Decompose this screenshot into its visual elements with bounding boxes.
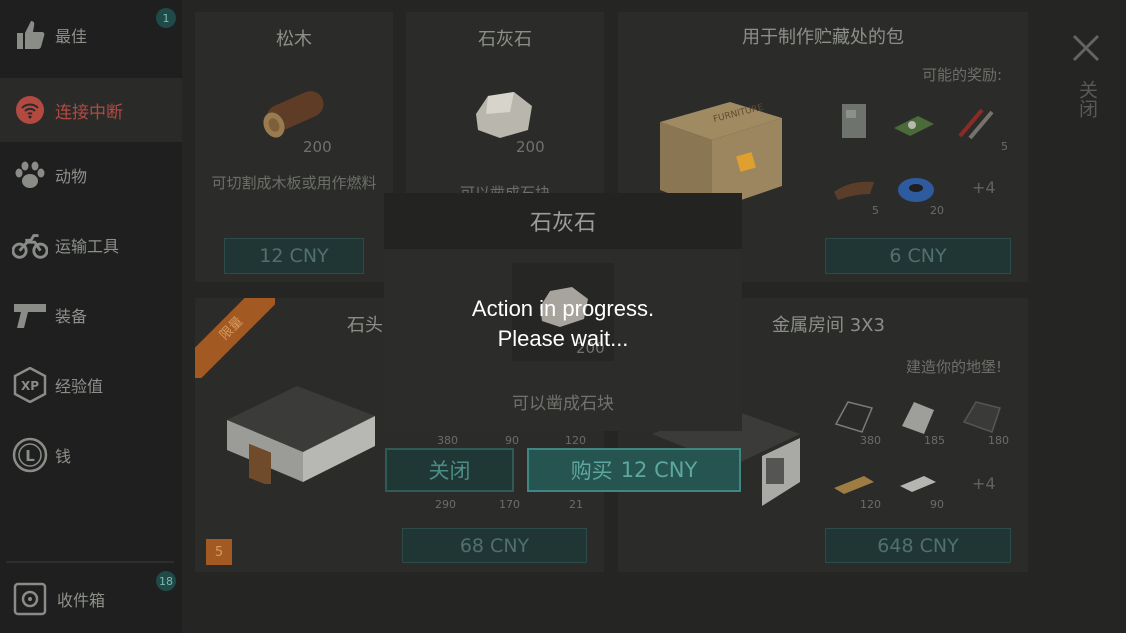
sidebar-divider <box>6 561 174 563</box>
game-shop-screen: 最佳 1 连接中断 动物 运输工具 装备 XP 经验值 L 钱 收件箱 18 松… <box>0 0 1126 633</box>
thumbs-up-icon <box>12 17 48 53</box>
motorcycle-icon <box>12 227 48 263</box>
paw-icon <box>12 157 48 193</box>
progress-line: Action in progress. <box>471 296 655 321</box>
resource-quantity: 170 <box>499 498 520 511</box>
card-subtitle: 建造你的地堡! <box>905 358 1002 376</box>
reward-item-tools <box>952 98 1000 146</box>
sidebar-item-label: 收件箱 <box>57 591 106 610</box>
resource-quantity: 180 <box>988 434 1009 447</box>
resource-quantity: 380 <box>437 434 458 447</box>
svg-text:L: L <box>25 447 35 465</box>
sidebar-item-label: 运输工具 <box>55 237 120 256</box>
sidebar-item-inbox[interactable]: 收件箱 18 <box>0 567 182 631</box>
dialog-description: 可以凿成石块 <box>512 394 614 414</box>
sidebar-item-connection-lost[interactable]: 连接中断 <box>0 78 182 142</box>
limited-ribbon: 限量 <box>195 298 275 378</box>
sidebar-item-label: 钱 <box>55 447 72 466</box>
progress-line: Please wait... <box>497 326 629 351</box>
possible-rewards-label: 可能的奖励: <box>921 66 1002 84</box>
card-title: 石头 <box>347 315 383 336</box>
sidebar-item-label: 连接中断 <box>55 102 123 123</box>
stone-room-image <box>225 376 377 488</box>
item-quantity: 200 <box>516 138 545 156</box>
sidebar-item-animals[interactable]: 动物 <box>0 143 182 207</box>
price-button[interactable]: 6 CNY <box>825 238 1011 274</box>
reward-quantity: 5 <box>1001 140 1008 153</box>
reward-quantity: 20 <box>930 204 944 217</box>
more-resources-count: +4 <box>972 474 996 493</box>
pine-log-image <box>257 80 333 146</box>
dialog-buy-button[interactable]: 购买 12 CNY <box>527 448 741 492</box>
shop-sidebar: 最佳 1 连接中断 动物 运输工具 装备 XP 经验值 L 钱 收件箱 18 <box>0 0 182 633</box>
close-label[interactable]: 关闭 <box>1072 80 1098 118</box>
reward-quantity: 5 <box>872 204 879 217</box>
notification-badge: 18 <box>156 571 176 591</box>
sidebar-item-label: 动物 <box>55 167 88 186</box>
wifi-disconnected-icon <box>12 92 48 128</box>
close-icon[interactable] <box>1066 28 1106 68</box>
progress-message: Action in progress. Please wait... <box>384 294 742 354</box>
sidebar-item-vehicles[interactable]: 运输工具 <box>0 213 182 277</box>
reward-item-circuit <box>890 98 938 146</box>
reward-item-leather <box>830 164 878 212</box>
price-button[interactable]: 648 CNY <box>825 528 1011 563</box>
card-title: 松木 <box>276 29 312 50</box>
sidebar-item-label: 经验值 <box>55 377 104 396</box>
card-title: 用于制作贮藏处的包 <box>742 27 904 48</box>
level-badge: 5 <box>206 539 232 565</box>
coin-icon: L <box>12 437 48 473</box>
ribbon-label: 限量 <box>195 298 275 378</box>
sidebar-item-label: 最佳 <box>55 27 88 46</box>
buy-price: 12 CNY <box>620 458 698 482</box>
resource-quantity: 185 <box>924 434 945 447</box>
resource-quantity: 290 <box>435 498 456 511</box>
pistol-icon <box>12 297 48 333</box>
dialog-close-button[interactable]: 关闭 <box>385 448 514 492</box>
buy-label: 购买 <box>570 459 613 483</box>
xp-icon: XP <box>12 367 48 403</box>
resource-quantity: 380 <box>860 434 881 447</box>
sidebar-item-money[interactable]: L 钱 <box>0 423 182 487</box>
resource-quantity: 90 <box>930 498 944 511</box>
resource-quantity: 120 <box>565 434 586 447</box>
price-button[interactable]: 68 CNY <box>402 528 587 563</box>
shop-card-pine-wood[interactable]: 松木 200 可切割成木板或用作燃料 12 CNY <box>195 12 393 282</box>
item-quantity: 200 <box>303 138 332 156</box>
inbox-box-icon <box>12 581 48 617</box>
reward-item-safe <box>830 98 878 146</box>
resource-quantity: 21 <box>569 498 583 511</box>
sidebar-item-experience[interactable]: XP 经验值 <box>0 353 182 417</box>
sidebar-item-label: 装备 <box>55 307 88 326</box>
svg-text:XP: XP <box>21 379 39 393</box>
card-title: 金属房间 3X3 <box>772 315 885 336</box>
sidebar-item-equipment[interactable]: 装备 <box>0 283 182 347</box>
resource-quantity: 90 <box>505 434 519 447</box>
notification-badge: 1 <box>156 8 176 28</box>
card-title: 石灰石 <box>478 29 532 50</box>
sidebar-item-best[interactable]: 最佳 1 <box>0 3 182 67</box>
dialog-title: 石灰石 <box>384 193 742 249</box>
resource-quantity: 120 <box>860 498 881 511</box>
more-rewards-count: +4 <box>972 178 996 197</box>
item-description: 可切割成木板或用作燃料 <box>211 174 377 192</box>
price-button[interactable]: 12 CNY <box>224 238 364 274</box>
